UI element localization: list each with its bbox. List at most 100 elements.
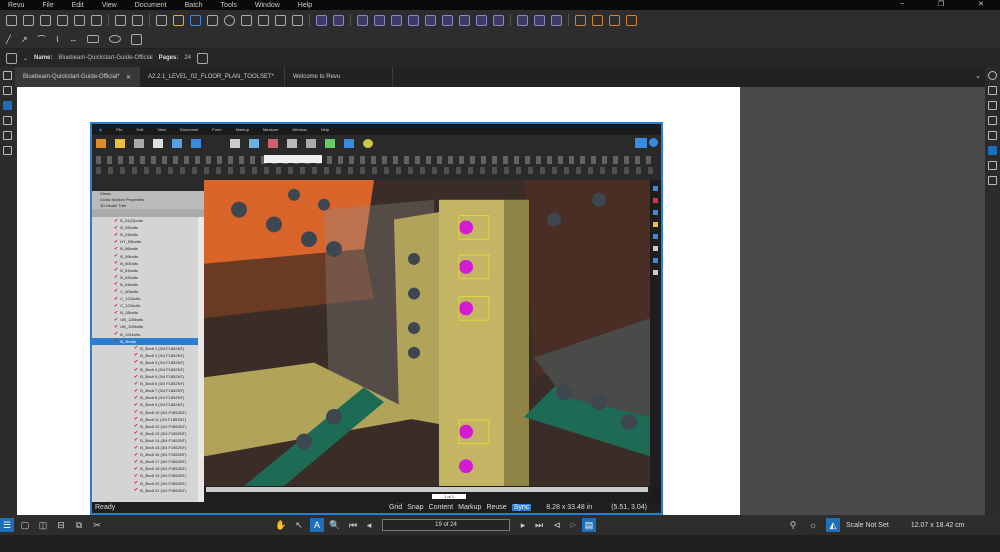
menu-view[interactable]: View [102,2,117,9]
crop-icon[interactable] [292,14,303,26]
settings-icon[interactable] [988,71,997,80]
user-icon[interactable]: ⚲ [786,518,800,532]
rectangle-space-icon[interactable] [592,14,603,26]
area-icon[interactable] [391,14,402,26]
search-icon[interactable] [988,146,997,155]
scale-icon[interactable]: ◭ [826,518,840,532]
volume-icon[interactable] [476,14,487,26]
chevron-down-icon[interactable]: ⌄ [23,55,28,62]
close-tab-icon[interactable]: ✕ [126,74,131,81]
thumbnails-icon[interactable] [3,71,12,80]
highlight-icon[interactable] [173,14,184,26]
menu-batch[interactable]: Batch [185,2,203,9]
print-icon[interactable] [57,14,68,26]
text-select-icon[interactable]: A [310,518,324,532]
sync-icon[interactable]: ⧉ [72,518,86,532]
polygon-space-icon[interactable] [575,14,586,26]
grid-icon[interactable] [3,86,12,95]
forward-view-icon[interactable]: ⊳ [566,518,580,532]
links-icon[interactable] [3,146,12,155]
menu-edit[interactable]: Edit [72,2,84,9]
brightness-icon[interactable]: ☼ [806,518,820,532]
signatures-icon[interactable] [3,131,12,140]
split-icon[interactable]: ⊟ [54,518,68,532]
last-page-icon[interactable]: ⏭ [532,518,546,532]
next-page-icon[interactable]: ▸ [516,518,530,532]
markups-icon[interactable] [988,131,997,140]
layers-icon[interactable] [3,116,12,125]
menu-document[interactable]: Document [135,2,167,9]
panel-toggle-icon[interactable]: ☰ [0,518,14,532]
dynamic-fill-icon[interactable] [551,14,562,26]
ellipse-icon[interactable] [109,35,122,43]
tab-welcome[interactable]: Welcome to Revu [285,67,393,87]
cutout-icon[interactable] [517,14,528,26]
menu-revu[interactable]: Revu [8,2,24,9]
space-edit-icon[interactable] [626,14,637,26]
image-icon[interactable] [275,14,286,26]
pan-icon[interactable]: ✋ [274,518,288,532]
new-icon[interactable] [6,14,17,26]
perimeter-icon[interactable] [408,14,419,26]
arrow-icon[interactable]: ↗ [21,35,28,44]
select-icon[interactable]: ↖ [292,518,306,532]
dimension-icon[interactable]: ↔ [69,35,77,44]
count-icon[interactable] [493,14,504,26]
toolchest-icon[interactable] [988,101,997,110]
close-window-icon[interactable]: ✕ [978,0,984,8]
prev-page-icon[interactable]: ◂ [362,518,376,532]
overlay-icon[interactable] [132,14,143,26]
file-icon[interactable] [988,116,997,125]
menu-help[interactable]: Help [298,2,312,9]
polylength-icon[interactable] [374,14,385,26]
circle-icon[interactable] [224,14,235,26]
tab-floor-plan[interactable]: A2.2.1_LEVEL_02_FLOOR_PLAN_TOOLSET* [140,67,285,87]
page-view-icon[interactable]: ▤ [582,518,596,532]
tab-list-chevron-icon[interactable]: ⌄ [393,67,985,87]
arc-icon[interactable]: ⌒ [38,34,46,45]
cutout-area-icon[interactable] [534,14,545,26]
email-icon[interactable] [74,14,85,26]
studio-icon[interactable] [988,161,997,170]
minimize-icon[interactable]: – [900,0,904,8]
menu-window[interactable]: Window [255,2,280,9]
line-icon[interactable]: ╱ [6,35,11,44]
scale-status[interactable]: Scale Not Set [846,522,889,529]
measure-icon[interactable] [333,14,344,26]
measurements-icon[interactable] [988,176,997,185]
file-access-icon[interactable] [6,52,17,64]
angle-icon[interactable] [442,14,453,26]
zoom-icon[interactable]: 🔍 [328,518,342,532]
callout-icon[interactable] [207,14,218,26]
tab-quickstart[interactable]: Bluebeam-Quickstart-Guide-Official* ✕ [15,67,140,87]
diameter-icon[interactable] [425,14,436,26]
menu-tools[interactable]: Tools [221,2,237,9]
rectangle-icon[interactable] [87,35,100,43]
open-icon[interactable] [23,14,34,26]
save-icon[interactable] [40,14,51,26]
single-page-icon[interactable]: ▢ [18,518,32,532]
link-icon[interactable]: ✂ [90,518,104,532]
radius-icon[interactable] [459,14,470,26]
back-view-icon[interactable]: ⊲ [550,518,564,532]
menu-file[interactable]: File [42,2,53,9]
text-box-icon[interactable] [156,14,167,26]
bookmarks-icon[interactable] [3,101,12,110]
pen-icon[interactable] [190,14,201,26]
page-number-field[interactable]: 19 of 24 [382,519,510,531]
polyline-icon[interactable]: ⌇ [56,35,60,44]
continuous-icon[interactable]: ◫ [36,518,50,532]
tree-item: ✔ HY_55bolts [114,238,141,245]
compare-icon[interactable] [115,14,126,26]
polygon-icon[interactable] [131,33,143,45]
properties-icon[interactable] [988,86,997,95]
stamp-icon[interactable] [258,14,269,26]
restore-icon[interactable]: ❐ [938,0,944,8]
cloud-icon[interactable] [241,14,252,26]
document-properties-icon[interactable] [197,52,209,64]
first-page-icon[interactable]: ⏮ [346,518,360,532]
calibrate-icon[interactable] [316,14,327,26]
ellipse-space-icon[interactable] [609,14,620,26]
length-icon[interactable] [357,14,368,26]
page-icon[interactable] [91,14,102,26]
